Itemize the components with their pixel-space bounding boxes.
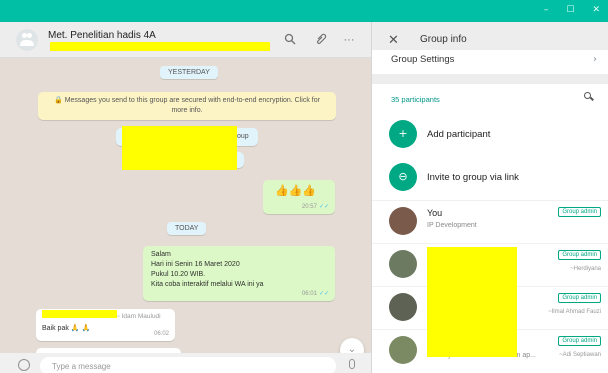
- participant-count: 35 participants: [391, 95, 440, 104]
- message-time: 06:01 ✓✓: [301, 291, 329, 297]
- message-text: Baik pak 🙏 🙏: [42, 325, 91, 332]
- admin-badge: Group admin: [558, 336, 601, 346]
- maximize-icon[interactable]: ☐: [566, 5, 574, 15]
- close-icon[interactable]: ✕: [388, 33, 399, 48]
- invite-link-button[interactable]: ⊖ Invite to group via link: [372, 159, 608, 197]
- sender-name: ~ Idam Mauludi: [116, 313, 161, 320]
- emoji-icon[interactable]: [18, 359, 30, 371]
- invite-link-label: Invite to group via link: [427, 172, 519, 183]
- close-window-icon[interactable]: ✕: [592, 5, 600, 15]
- avatar: [389, 293, 417, 321]
- chat-header[interactable]: Met. Penelitian hadis 4A ···: [0, 22, 371, 58]
- participants-section: 35 participants + Add participant ⊖ Invi…: [372, 84, 608, 373]
- participant-pushname: ~Herdiyana: [570, 266, 601, 272]
- message-line: Salam: [151, 251, 171, 258]
- avatar: [389, 207, 417, 235]
- message-line: Pukul 10.20 WIB.: [151, 271, 206, 278]
- message-text: 👍👍👍: [275, 185, 317, 197]
- read-check-icon: ✓✓: [318, 291, 329, 297]
- window-titlebar: – ☐ ✕: [0, 0, 608, 22]
- group-settings-label: Group Settings: [391, 54, 455, 65]
- group-settings-row[interactable]: Group Settings ›: [372, 50, 608, 74]
- add-participant-button[interactable]: + Add participant: [372, 116, 608, 154]
- composer-bar: Type a message: [0, 353, 371, 373]
- admin-badge: Group admin: [558, 250, 601, 260]
- admin-badge: Group admin: [558, 207, 601, 217]
- avatar: [389, 336, 417, 364]
- redacted-names: [427, 247, 517, 357]
- avatar: [389, 250, 417, 278]
- message-line: Hari ini Senin 16 Maret 2020: [151, 261, 240, 268]
- redacted-block: [122, 126, 237, 170]
- message-out[interactable]: 👍👍👍 20:57 ✓✓: [263, 180, 335, 214]
- chat-pane: Met. Penelitian hadis 4A ··· YESTERDAY 🔒…: [0, 22, 371, 373]
- message-out[interactable]: Salam Hari ini Senin 16 Maret 2020 Pukul…: [143, 246, 335, 301]
- menu-dots-icon[interactable]: ···: [342, 33, 356, 47]
- group-avatar-icon[interactable]: [16, 29, 38, 51]
- search-icon[interactable]: [283, 33, 297, 47]
- date-divider-yesterday: YESTERDAY: [160, 66, 218, 79]
- add-person-icon: +: [389, 120, 417, 148]
- system-message-text: oup: [237, 133, 249, 140]
- group-info-pane: ✕ Group info Group Settings › 35 partici…: [371, 22, 608, 373]
- chevron-right-icon: ›: [593, 54, 597, 65]
- participant-pushname: ~Ilmal Ahmad Fauzi: [548, 309, 601, 315]
- minimize-icon[interactable]: –: [544, 5, 549, 15]
- encryption-notice[interactable]: 🔒 Messages you send to this group are se…: [38, 92, 336, 120]
- participant-pushname: ~Adi Septiawan: [559, 352, 601, 358]
- attach-icon[interactable]: [314, 33, 328, 47]
- search-participants-icon[interactable]: [584, 92, 594, 102]
- redacted-participants: [50, 42, 270, 51]
- admin-badge: Group admin: [558, 293, 601, 303]
- participant-status: IP Development: [427, 222, 477, 229]
- microphone-icon[interactable]: [349, 359, 355, 369]
- message-line: Kita coba interaktif melalui WA ini ya: [151, 281, 264, 288]
- participant-name: You: [427, 208, 443, 218]
- add-participant-label: Add participant: [427, 129, 491, 140]
- message-input[interactable]: Type a message: [40, 357, 336, 373]
- info-title: Group info: [420, 34, 467, 45]
- read-check-icon: ✓✓: [318, 204, 329, 210]
- message-time: 20:57 ✓✓: [301, 204, 329, 210]
- chat-title[interactable]: Met. Penelitian hadis 4A: [48, 30, 156, 41]
- link-icon: ⊖: [389, 163, 417, 191]
- date-divider-today: TODAY: [167, 222, 207, 235]
- participant-row[interactable]: You IP Development Group admin: [372, 200, 608, 243]
- message-time: 06:02: [153, 331, 169, 337]
- redacted-sender: [42, 310, 117, 318]
